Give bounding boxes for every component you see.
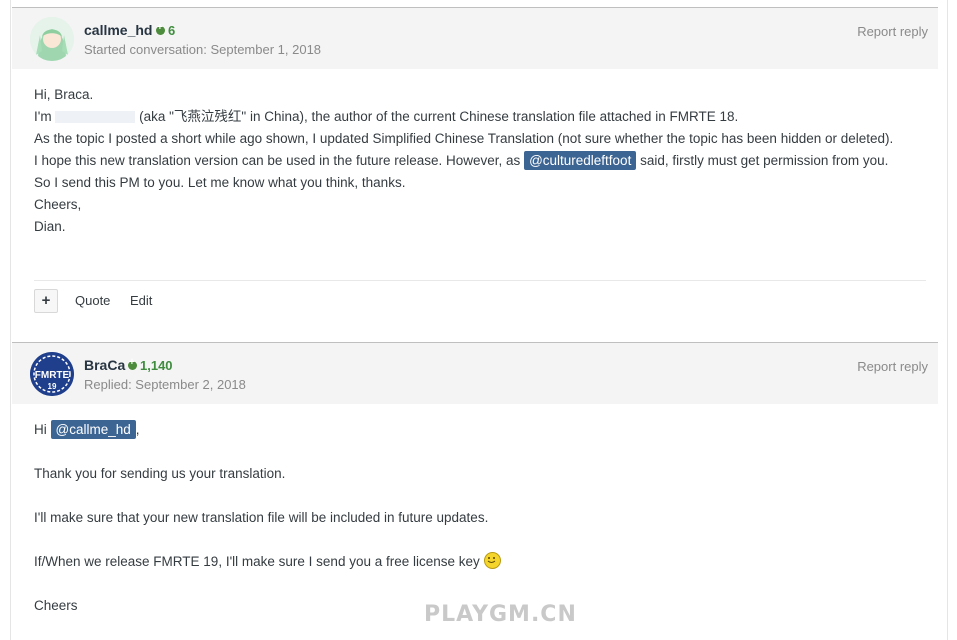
- post-1-body: Hi, Braca. I'm (aka "飞燕泣残红" in China), t…: [34, 84, 893, 238]
- message-line: Hi @callme_hd,: [34, 419, 501, 441]
- message-line: So I send this PM to you. Let me know wh…: [34, 175, 406, 190]
- post-toolbar: + Quote Edit: [34, 289, 334, 313]
- message-line: I hope this new translation version can …: [34, 150, 893, 172]
- mention-link[interactable]: @callme_hd: [50, 420, 136, 439]
- text-fragment: (aka "飞燕泣残红" in China), the author of th…: [139, 109, 739, 124]
- avatar[interactable]: FMRTE 19: [30, 352, 74, 396]
- reputation-plus-icon: [128, 357, 137, 370]
- author-name[interactable]: callme_hd: [84, 22, 152, 38]
- avatar-text-top: FMRTE: [35, 370, 70, 381]
- message-line: I'm (aka "飞燕泣残红" in China), the author o…: [34, 106, 893, 128]
- author-name[interactable]: BraCa: [84, 357, 125, 373]
- edit-button[interactable]: Edit: [130, 293, 152, 308]
- reputation-badge: 1,140: [128, 357, 173, 373]
- reputation-count: 1,140: [140, 358, 173, 373]
- post-1: callme_hd 6 Started conversation: Septem…: [12, 7, 938, 313]
- message-line: I'll make sure that your new translation…: [34, 510, 489, 525]
- message-line: Dian.: [34, 219, 66, 234]
- divider: [34, 280, 926, 281]
- message-line: As the topic I posted a short while ago …: [34, 131, 894, 146]
- message-line: Cheers,: [34, 197, 82, 212]
- post-1-header: callme_hd 6 Started conversation: Septem…: [12, 7, 938, 69]
- quote-button[interactable]: Quote: [75, 293, 110, 308]
- mention-link[interactable]: @culturedleftfoot: [524, 151, 637, 170]
- text-fragment: said, firstly must get permission from y…: [640, 153, 889, 168]
- post-2-header: FMRTE 19 BraCa 1,140 Replied: September …: [12, 342, 938, 404]
- watermark: PLAYGM.CN: [424, 602, 577, 627]
- avatar-text-bottom: 19: [48, 382, 57, 391]
- text-fragment: ,: [135, 422, 140, 437]
- smiley-emoji-icon: [483, 552, 501, 569]
- text-fragment: Hi: [34, 422, 47, 437]
- text-fragment: I'm: [34, 109, 52, 124]
- post-meta: Replied: September 2, 2018: [84, 377, 246, 392]
- message-line: Hi, Braca.: [34, 87, 94, 102]
- report-reply-link[interactable]: Report reply: [857, 359, 928, 374]
- redacted-name: [55, 111, 136, 124]
- post-meta: Started conversation: September 1, 2018: [84, 42, 322, 57]
- post-2: FMRTE 19 BraCa 1,140 Replied: September …: [12, 342, 938, 613]
- avatar[interactable]: [30, 17, 74, 61]
- text-fragment: I hope this new translation version can …: [34, 153, 521, 168]
- reputation-badge: 6: [156, 22, 176, 38]
- text-fragment: If/When we release FMRTE 19, I'll make s…: [34, 554, 480, 569]
- reputation-count: 6: [168, 23, 176, 38]
- post-2-body: Hi @callme_hd, Thank you for sending us …: [34, 419, 501, 617]
- report-reply-link[interactable]: Report reply: [857, 24, 928, 39]
- message-line: If/When we release FMRTE 19, I'll make s…: [34, 551, 501, 573]
- message-line: Thank you for sending us your translatio…: [34, 466, 286, 481]
- add-button[interactable]: +: [34, 289, 58, 313]
- reputation-plus-icon: [156, 22, 165, 35]
